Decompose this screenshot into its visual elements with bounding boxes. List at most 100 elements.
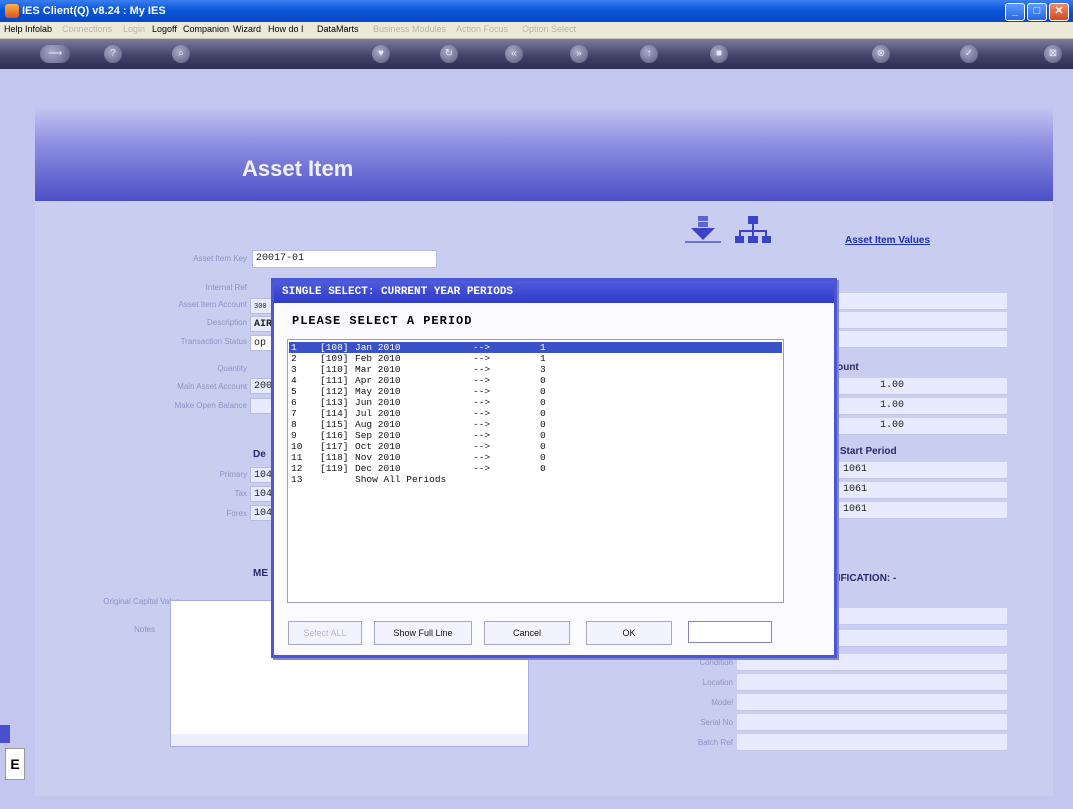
menu-bar: Help Infolab Connections Login Logoff Co… — [0, 22, 1073, 39]
period-code: [110] — [320, 364, 349, 375]
period-arrow: --> — [473, 364, 491, 375]
period-month: Nov 2010 — [355, 452, 401, 463]
model-field[interactable] — [737, 694, 1007, 711]
period-row[interactable]: 4 [111] Apr 2010 --> 0 — [289, 375, 782, 386]
close-window-button[interactable]: ✕ — [1049, 3, 1069, 21]
notes-scrollbar[interactable] — [171, 734, 528, 746]
period-count: 0 — [540, 386, 546, 397]
period-count: 1 — [540, 342, 546, 353]
period-code: [119] — [320, 463, 349, 474]
period-number: 8 — [291, 419, 297, 430]
period-arrow: --> — [473, 408, 491, 419]
period-month: Mar 2010 — [355, 364, 401, 375]
menu-help[interactable]: Help — [4, 24, 23, 34]
ok-button[interactable]: OK — [586, 621, 672, 645]
period-count: 0 — [540, 375, 546, 386]
show-full-line-button[interactable]: Show Full Line — [374, 621, 472, 645]
menu-wizard[interactable]: Wizard — [233, 24, 261, 34]
menu-option-select[interactable]: Option Select — [522, 24, 576, 34]
menu-infolab[interactable]: Infolab — [25, 24, 52, 34]
period-row[interactable]: 12 [119] Dec 2010 --> 0 — [289, 463, 782, 474]
period-month: Feb 2010 — [355, 353, 401, 364]
dialog-title: SINGLE SELECT: CURRENT YEAR PERIODS — [274, 281, 834, 303]
amount-value-2: 1.00 — [880, 400, 905, 411]
period-number: 1 — [291, 342, 297, 353]
period-row[interactable]: 9 [116] Sep 2010 --> 0 — [289, 430, 782, 441]
asset-item-key-field[interactable]: 20017-01 — [252, 250, 437, 268]
select-all-button[interactable]: Select ALL — [288, 621, 362, 645]
dialog-button-bar: Select ALL Show Full Line Cancel OK — [274, 613, 834, 649]
period-row[interactable]: 1 [108] Jan 2010 --> 1 — [289, 342, 782, 353]
heart-icon[interactable]: ♥ — [372, 45, 390, 63]
period-number: 9 — [291, 430, 297, 441]
label-tax: Tax — [234, 489, 247, 498]
serial-no-field[interactable] — [737, 714, 1007, 731]
cancel-button[interactable]: Cancel — [484, 621, 570, 645]
menu-logoff[interactable]: Logoff — [152, 24, 177, 34]
period-code: [118] — [320, 452, 349, 463]
label-asset-item-key: Asset Item Key — [193, 254, 247, 263]
menu-datamarts[interactable]: DataMarts — [317, 24, 359, 34]
period-row[interactable]: 3 [110] Mar 2010 --> 3 — [289, 364, 782, 375]
forward-icon[interactable]: » — [570, 45, 588, 63]
cancel-icon[interactable]: ⊗ — [872, 45, 890, 63]
period-month: Oct 2010 — [355, 441, 401, 452]
label-model: Model — [711, 698, 733, 707]
period-row[interactable]: 10 [117] Oct 2010 --> 0 — [289, 441, 782, 452]
period-code: [113] — [320, 397, 349, 408]
hierarchy-icon[interactable] — [735, 216, 771, 244]
period-row[interactable]: 13 Show All Periods — [289, 474, 782, 485]
menu-companion[interactable]: Companion — [183, 24, 229, 34]
period-count: 0 — [540, 408, 546, 419]
period-row[interactable]: 7 [114] Jul 2010 --> 0 — [289, 408, 782, 419]
period-count: 1 — [540, 353, 546, 364]
menu-login[interactable]: Login — [123, 24, 145, 34]
period-arrow: --> — [473, 342, 491, 353]
label-notes: Notes — [134, 625, 155, 634]
period-arrow: --> — [473, 386, 491, 397]
period-number: 6 — [291, 397, 297, 408]
period-entry-input[interactable] — [688, 621, 772, 643]
period-count: 0 — [540, 419, 546, 430]
period-list[interactable]: 1 [108] Jan 2010 --> 1 2 [109] Feb 2010 --> 1 3 [11… — [287, 339, 784, 603]
batch-ref-field[interactable] — [737, 734, 1007, 751]
side-tab[interactable] — [0, 725, 10, 743]
maximize-button[interactable]: □ — [1027, 3, 1047, 21]
help-icon[interactable]: ? — [104, 45, 122, 63]
period-row[interactable]: 5 [112] May 2010 --> 0 — [289, 386, 782, 397]
period-month: May 2010 — [355, 386, 401, 397]
refresh-icon[interactable]: ↻ — [440, 45, 458, 63]
label-make-open-balance: Make Open Balance — [174, 401, 248, 410]
menu-business-modules[interactable]: Business Modules — [373, 24, 446, 34]
stop-icon[interactable]: ■ — [710, 45, 728, 63]
period-arrow: --> — [473, 430, 491, 441]
accept-icon[interactable]: ✓ — [960, 45, 978, 63]
up-icon[interactable]: ↑ — [640, 45, 658, 63]
page-title: Asset Item — [242, 156, 354, 181]
period-month: Jun 2010 — [355, 397, 401, 408]
location-field[interactable] — [737, 674, 1007, 691]
period-month: Sep 2010 — [355, 430, 401, 441]
menu-how-do-i[interactable]: How do I — [268, 24, 304, 34]
period-arrow: --> — [473, 397, 491, 408]
minimize-button[interactable]: _ — [1005, 3, 1025, 21]
label-internal-ref: Internal Ref — [205, 283, 247, 292]
download-icon[interactable] — [683, 216, 723, 244]
period-row[interactable]: 11 [118] Nov 2010 --> 0 — [289, 452, 782, 463]
menu-action-focus[interactable]: Action Focus — [456, 24, 508, 34]
period-row[interactable]: 8 [115] Aug 2010 --> 0 — [289, 419, 782, 430]
menu-connections[interactable]: Connections — [62, 24, 112, 34]
close-icon[interactable]: ⊠ — [1044, 45, 1062, 63]
period-count: 0 — [540, 430, 546, 441]
period-code: [116] — [320, 430, 349, 441]
document-icon[interactable]: E — [5, 748, 25, 780]
period-arrow: --> — [473, 419, 491, 430]
period-row[interactable]: 6 [113] Jun 2010 --> 0 — [289, 397, 782, 408]
asset-item-values-link[interactable]: Asset Item Values — [845, 235, 930, 246]
back-icon[interactable]: « — [505, 45, 523, 63]
search-icon[interactable]: ⌕ — [172, 45, 190, 63]
period-number: 3 — [291, 364, 297, 375]
period-row[interactable]: 2 [109] Feb 2010 --> 1 — [289, 353, 782, 364]
arrow-icon[interactable]: ⟶ — [40, 45, 70, 63]
period-count: 0 — [540, 441, 546, 452]
